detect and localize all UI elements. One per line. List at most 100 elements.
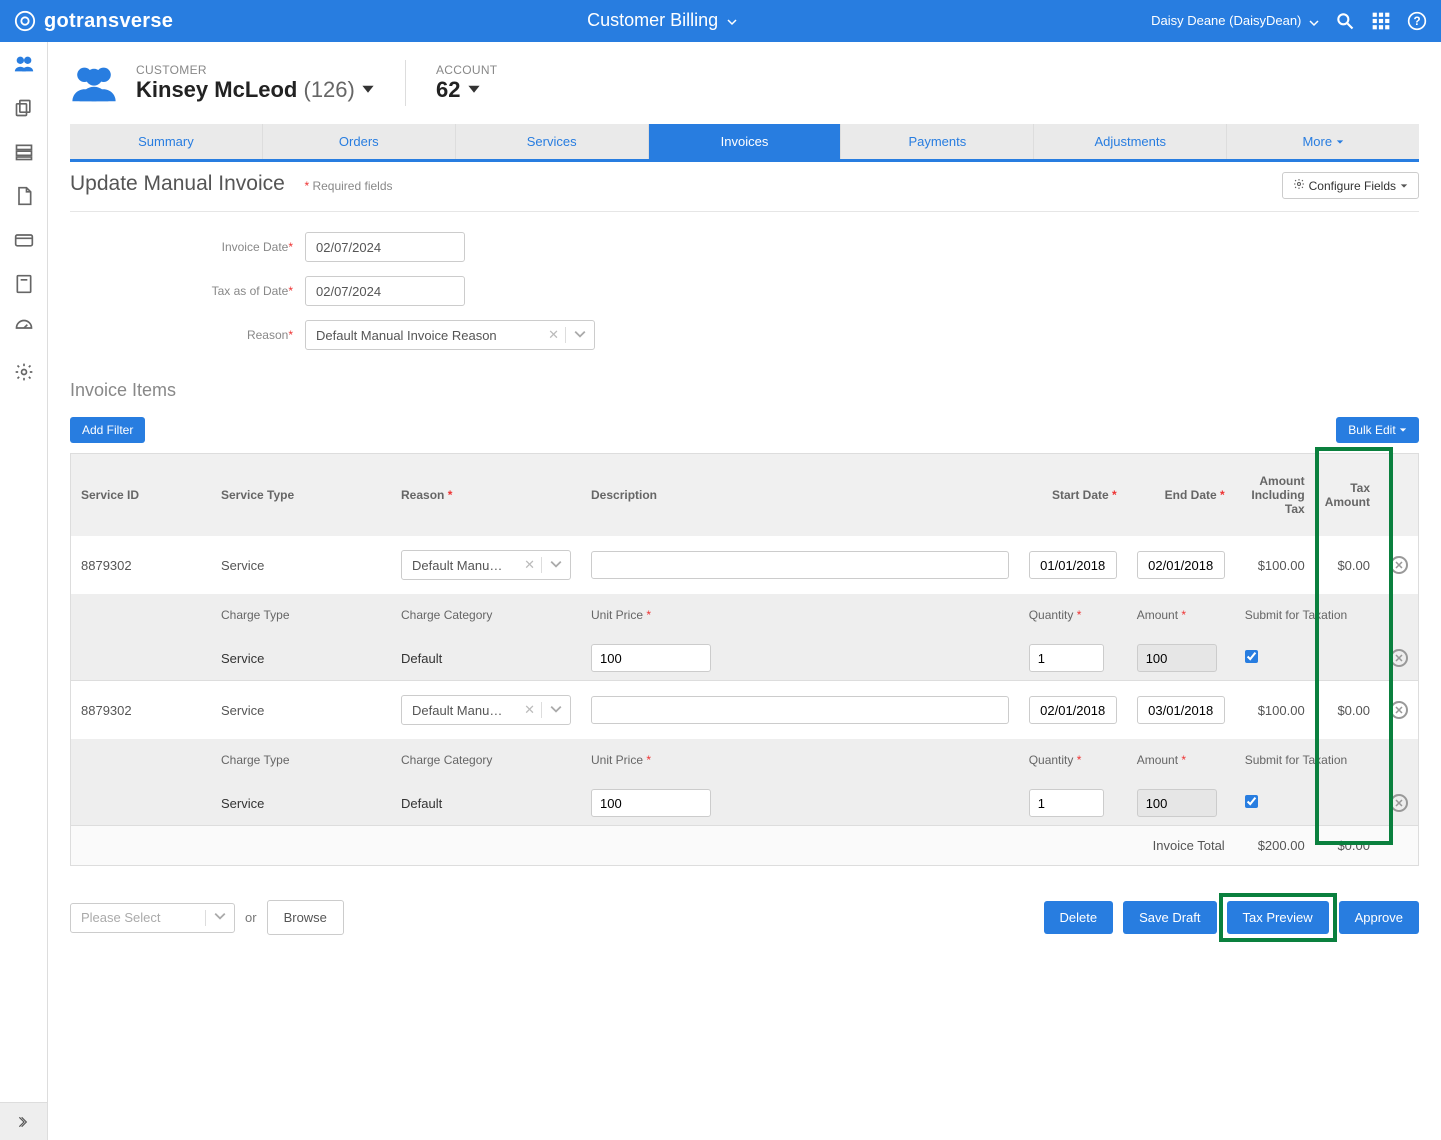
cell-charge-cat: Default xyxy=(391,636,581,681)
sidebar-item-customers[interactable] xyxy=(0,42,47,86)
col-service-type: Service Type xyxy=(211,454,391,536)
clear-icon[interactable]: ✕ xyxy=(518,702,541,718)
tab-bar: Summary Orders Services Invoices Payment… xyxy=(70,124,1419,159)
cell-tax-amount: $0.00 xyxy=(1315,536,1380,594)
browse-button[interactable]: Browse xyxy=(267,900,344,935)
apps-icon[interactable] xyxy=(1371,11,1391,31)
sub-quantity: Quantity xyxy=(1029,608,1074,622)
sidebar-item-copy[interactable] xyxy=(0,86,47,130)
amount-input xyxy=(1137,644,1217,672)
customer-label: CUSTOMER xyxy=(136,63,375,77)
start-date-input[interactable] xyxy=(1029,696,1117,724)
sidebar-item-dashboard[interactable] xyxy=(0,306,47,350)
clear-icon[interactable]: ✕ xyxy=(518,557,541,573)
sidebar xyxy=(0,42,48,1140)
attachment-select[interactable]: Please Select xyxy=(70,903,235,933)
sidebar-item-document[interactable] xyxy=(0,174,47,218)
cell-charge-type: Service xyxy=(211,781,391,826)
customer-block[interactable]: CUSTOMER Kinsey McLeod (126) xyxy=(136,63,375,103)
col-end: End Date * xyxy=(1127,454,1235,536)
sub-amount: Amount xyxy=(1137,753,1178,767)
delete-charge-icon[interactable]: ✕ xyxy=(1390,649,1408,667)
quantity-input[interactable] xyxy=(1029,644,1104,672)
required-note: Required fields xyxy=(312,179,392,193)
reason-label: Reason xyxy=(247,328,288,342)
delete-row-icon[interactable]: ✕ xyxy=(1390,556,1408,574)
delete-row-icon[interactable]: ✕ xyxy=(1390,701,1408,719)
cell-charge-cat: Default xyxy=(391,781,581,826)
description-input[interactable] xyxy=(591,551,1009,579)
approve-button[interactable]: Approve xyxy=(1339,901,1419,934)
sidebar-item-payment[interactable] xyxy=(0,218,47,262)
chevron-down-icon xyxy=(206,910,234,925)
unit-price-input[interactable] xyxy=(591,789,711,817)
topbar-center[interactable]: Customer Billing xyxy=(173,10,1151,32)
configure-fields-button[interactable]: Configure Fields xyxy=(1282,172,1419,199)
gear-icon xyxy=(1293,178,1305,193)
help-icon[interactable]: ? xyxy=(1407,11,1427,31)
account-block[interactable]: ACCOUNT 62 xyxy=(436,63,497,103)
cell-tax-amount: $0.00 xyxy=(1315,681,1380,739)
cell-charge-type: Service xyxy=(211,636,391,681)
end-date-input[interactable] xyxy=(1137,551,1225,579)
tax-preview-button[interactable]: Tax Preview xyxy=(1227,901,1329,934)
chevron-down-icon xyxy=(566,328,594,343)
sidebar-expand[interactable] xyxy=(0,1102,47,1140)
chevron-down-icon xyxy=(1400,179,1408,193)
sub-unit-price: Unit Price xyxy=(591,608,643,622)
account-label: ACCOUNT xyxy=(436,63,497,77)
add-filter-button[interactable]: Add Filter xyxy=(70,417,145,443)
row-reason-select[interactable]: Default Manual I... ✕ xyxy=(401,550,571,580)
invoice-total-label: Invoice Total xyxy=(71,826,1235,865)
sidebar-item-servers[interactable] xyxy=(0,130,47,174)
tab-adjustments[interactable]: Adjustments xyxy=(1034,124,1227,159)
user-menu[interactable]: Daisy Deane (DaisyDean) xyxy=(1151,13,1319,29)
start-date-input[interactable] xyxy=(1029,551,1117,579)
reason-select[interactable]: Default Manual Invoice Reason ✕ xyxy=(305,320,595,350)
chevron-down-icon xyxy=(361,77,375,102)
customer-id: (126) xyxy=(304,77,355,102)
quantity-input[interactable] xyxy=(1029,789,1104,817)
col-start: Start Date * xyxy=(1019,454,1127,536)
or-label: or xyxy=(245,910,257,925)
clear-icon[interactable]: ✕ xyxy=(542,327,565,343)
tab-payments[interactable]: Payments xyxy=(841,124,1034,159)
invoice-total-amount: $200.00 xyxy=(1235,826,1315,865)
sidebar-item-settings[interactable] xyxy=(0,350,47,394)
col-reason: Reason * xyxy=(391,454,581,536)
tax-date-input[interactable] xyxy=(305,276,465,306)
brand-text: gotransverse xyxy=(44,10,173,33)
tab-more[interactable]: More xyxy=(1227,124,1419,159)
description-input[interactable] xyxy=(591,696,1009,724)
col-description: Description xyxy=(581,454,1019,536)
bulk-edit-button[interactable]: Bulk Edit xyxy=(1336,417,1419,443)
cell-service-id: 8879302 xyxy=(71,681,211,739)
customer-name: Kinsey McLeod xyxy=(136,77,297,102)
invoice-date-input[interactable] xyxy=(305,232,465,262)
cell-service-id: 8879302 xyxy=(71,536,211,594)
cell-service-type: Service xyxy=(211,536,391,594)
sidebar-item-calculator[interactable] xyxy=(0,262,47,306)
sub-unit-price: Unit Price xyxy=(591,753,643,767)
tab-services[interactable]: Services xyxy=(456,124,649,159)
col-tax: Tax Amount xyxy=(1315,454,1380,536)
save-draft-button[interactable]: Save Draft xyxy=(1123,901,1216,934)
tab-orders[interactable]: Orders xyxy=(263,124,456,159)
submit-tax-checkbox[interactable] xyxy=(1245,795,1258,808)
delete-button[interactable]: Delete xyxy=(1044,901,1114,934)
unit-price-input[interactable] xyxy=(591,644,711,672)
search-icon[interactable] xyxy=(1335,11,1355,31)
row-reason-select[interactable]: Default Manual I... ✕ xyxy=(401,695,571,725)
delete-charge-icon[interactable]: ✕ xyxy=(1390,794,1408,812)
end-date-input[interactable] xyxy=(1137,696,1225,724)
invoice-date-label: Invoice Date xyxy=(222,240,289,254)
chevron-down-icon xyxy=(727,11,737,32)
tab-invoices[interactable]: Invoices xyxy=(649,124,842,159)
topbar-title: Customer Billing xyxy=(587,10,718,30)
customer-icon xyxy=(70,62,118,105)
submit-tax-checkbox[interactable] xyxy=(1245,650,1258,663)
sub-charge-type: Charge Type xyxy=(211,594,391,636)
topbar: gotransverse Customer Billing Daisy Dean… xyxy=(0,0,1441,42)
reason-value: Default Manual Invoice Reason xyxy=(306,328,542,343)
tab-summary[interactable]: Summary xyxy=(70,124,263,159)
